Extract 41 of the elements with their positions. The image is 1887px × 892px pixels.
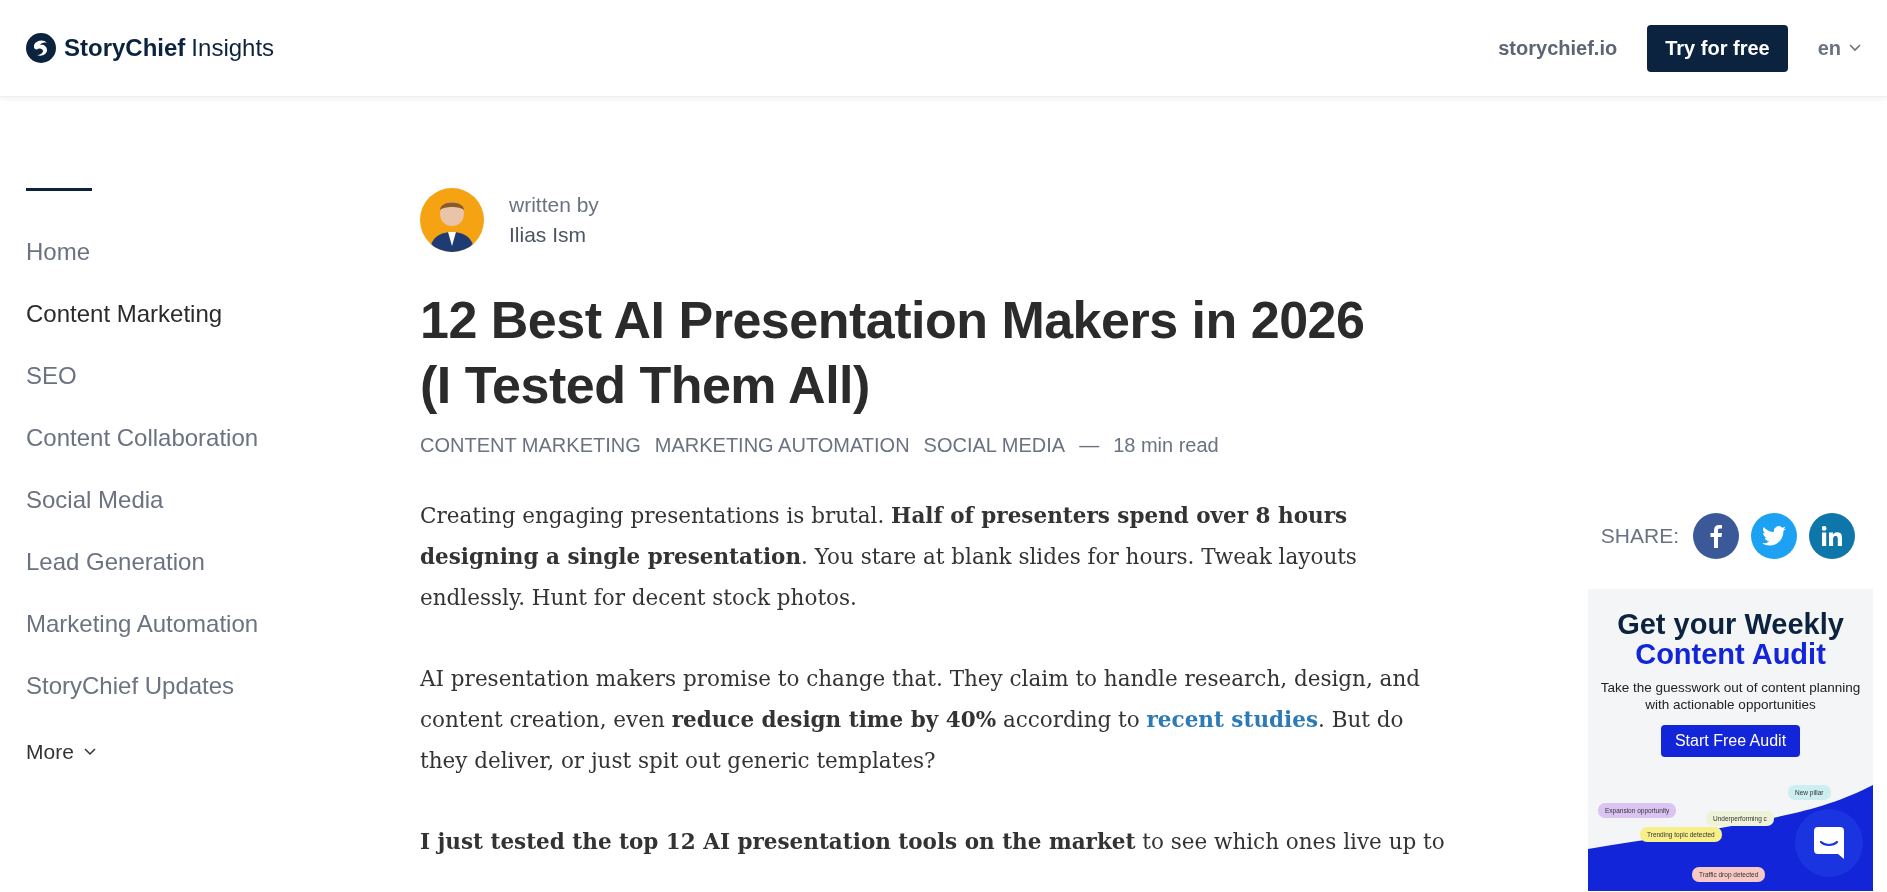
ad-headline: Get your Weekly <box>1617 609 1844 639</box>
sidebar-item[interactable]: SEO <box>26 360 296 392</box>
language-dropdown[interactable]: en <box>1817 36 1861 60</box>
separator: — <box>1079 434 1100 457</box>
facebook-icon <box>1709 524 1723 548</box>
chevron-down-icon <box>1849 44 1861 52</box>
ad-text: Take the guesswork out of content planning with actionable opportunities <box>1600 679 1861 713</box>
read-time: 18 min read <box>1113 434 1219 457</box>
paragraph: I just tested the top 12 AI presentation tools on the market to see which ones live up to <box>420 828 1446 856</box>
chat-icon <box>1814 827 1844 859</box>
sidebar-item[interactable]: Marketing Automation <box>26 608 296 640</box>
paragraph: Creating engaging presentations is brutal. Half of presenters spend over 8 hours designing a single presentation. You stare at blank slides for hours. Tweak layouts endlessly. Hunt for decent stock photos. <box>420 502 1358 612</box>
share-label: SHARE: <box>1600 524 1679 548</box>
chevron-down-icon <box>83 748 96 756</box>
share-button[interactable] <box>1809 513 1855 559</box>
share-button[interactable] <box>1751 513 1797 559</box>
brand-name: StoryChief <box>64 34 186 62</box>
author-name: Ilias Ism <box>509 223 587 247</box>
bird-icon <box>1762 526 1786 546</box>
text-link[interactable]: recent studies <box>1146 707 1319 732</box>
sidebar-item[interactable]: Lead Generation <box>26 546 296 578</box>
article-title: 12 Best AI Presentation Makers in 2026 (I Tested Them All) <box>420 290 1366 416</box>
sidebar-item[interactable]: StoryChief Updates <box>26 670 296 702</box>
category-tag[interactable]: SOCIAL MEDIA <box>923 434 1066 457</box>
sidebar-item[interactable]: Social Media <box>26 484 296 516</box>
paragraph: AI presentation makers promise to change that. They claim to handle research, design, and content creation, even reduce design time by 40% according to recent studies. But do they deliver, or just spit out generic templates? <box>420 665 1422 775</box>
sidebar-item[interactable]: Content Collaboration <box>26 422 296 454</box>
linkedin-icon <box>1822 526 1842 546</box>
brand-suffix: Insights <box>191 34 275 62</box>
category-tag[interactable]: MARKETING AUTOMATION <box>654 434 910 457</box>
share-button[interactable] <box>1693 513 1739 559</box>
sidebar-item[interactable]: Home <box>26 236 296 268</box>
site-link[interactable]: storychief.io <box>1498 36 1618 60</box>
start-audit-button[interactable]: Start Free Audit <box>1660 725 1801 757</box>
category-tag[interactable]: CONTENT MARKETING <box>420 434 641 457</box>
ad-headline-accent: Content Audit <box>1635 639 1826 669</box>
author-label: written by <box>509 193 599 217</box>
sidebar-item[interactable]: Content Marketing <box>26 298 296 330</box>
more-dropdown[interactable]: More <box>26 740 96 764</box>
logo-icon <box>26 33 56 63</box>
try-free-button[interactable]: Try for free <box>1647 24 1788 72</box>
